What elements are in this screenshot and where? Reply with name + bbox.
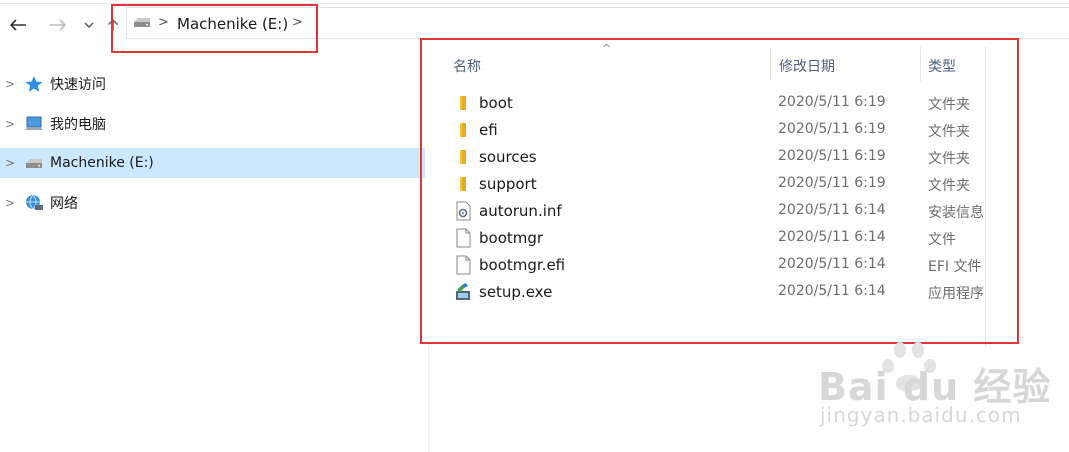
- file-list-highlight-box: [420, 38, 1019, 344]
- expand-chevron-icon[interactable]: >: [5, 77, 15, 91]
- forward-button[interactable]: [47, 14, 69, 36]
- address-highlight-box: [111, 4, 318, 53]
- sidebar-item-label: 快速访问: [50, 77, 106, 93]
- network-icon: [26, 194, 43, 210]
- sidebar-item-label: Machenike (E:): [50, 155, 154, 171]
- back-button[interactable]: [7, 14, 29, 36]
- sidebar-item-network[interactable]: > 网络: [0, 188, 425, 218]
- sidebar-item-label: 我的电脑: [50, 117, 106, 133]
- sidebar-item-label: 网络: [50, 196, 78, 212]
- expand-chevron-icon[interactable]: >: [5, 156, 15, 170]
- expand-chevron-icon[interactable]: >: [5, 196, 15, 210]
- chevron-down-icon: [84, 22, 94, 28]
- drive-icon: [26, 159, 42, 168]
- watermark-url: jingyan.baidu.com: [820, 403, 1022, 427]
- expand-chevron-icon[interactable]: >: [5, 117, 15, 131]
- back-arrow-icon: [9, 19, 26, 31]
- recent-locations-button[interactable]: [78, 14, 100, 36]
- sidebar-item-quick-access[interactable]: > 快速访问: [0, 69, 425, 99]
- computer-icon: [25, 116, 43, 130]
- sidebar-item-machenike-drive[interactable]: > Machenike (E:): [0, 148, 425, 178]
- sidebar-item-this-pc[interactable]: > 我的电脑: [0, 109, 425, 139]
- star-icon: [25, 76, 43, 92]
- forward-arrow-icon: [50, 19, 67, 31]
- pane-divider: [428, 345, 429, 452]
